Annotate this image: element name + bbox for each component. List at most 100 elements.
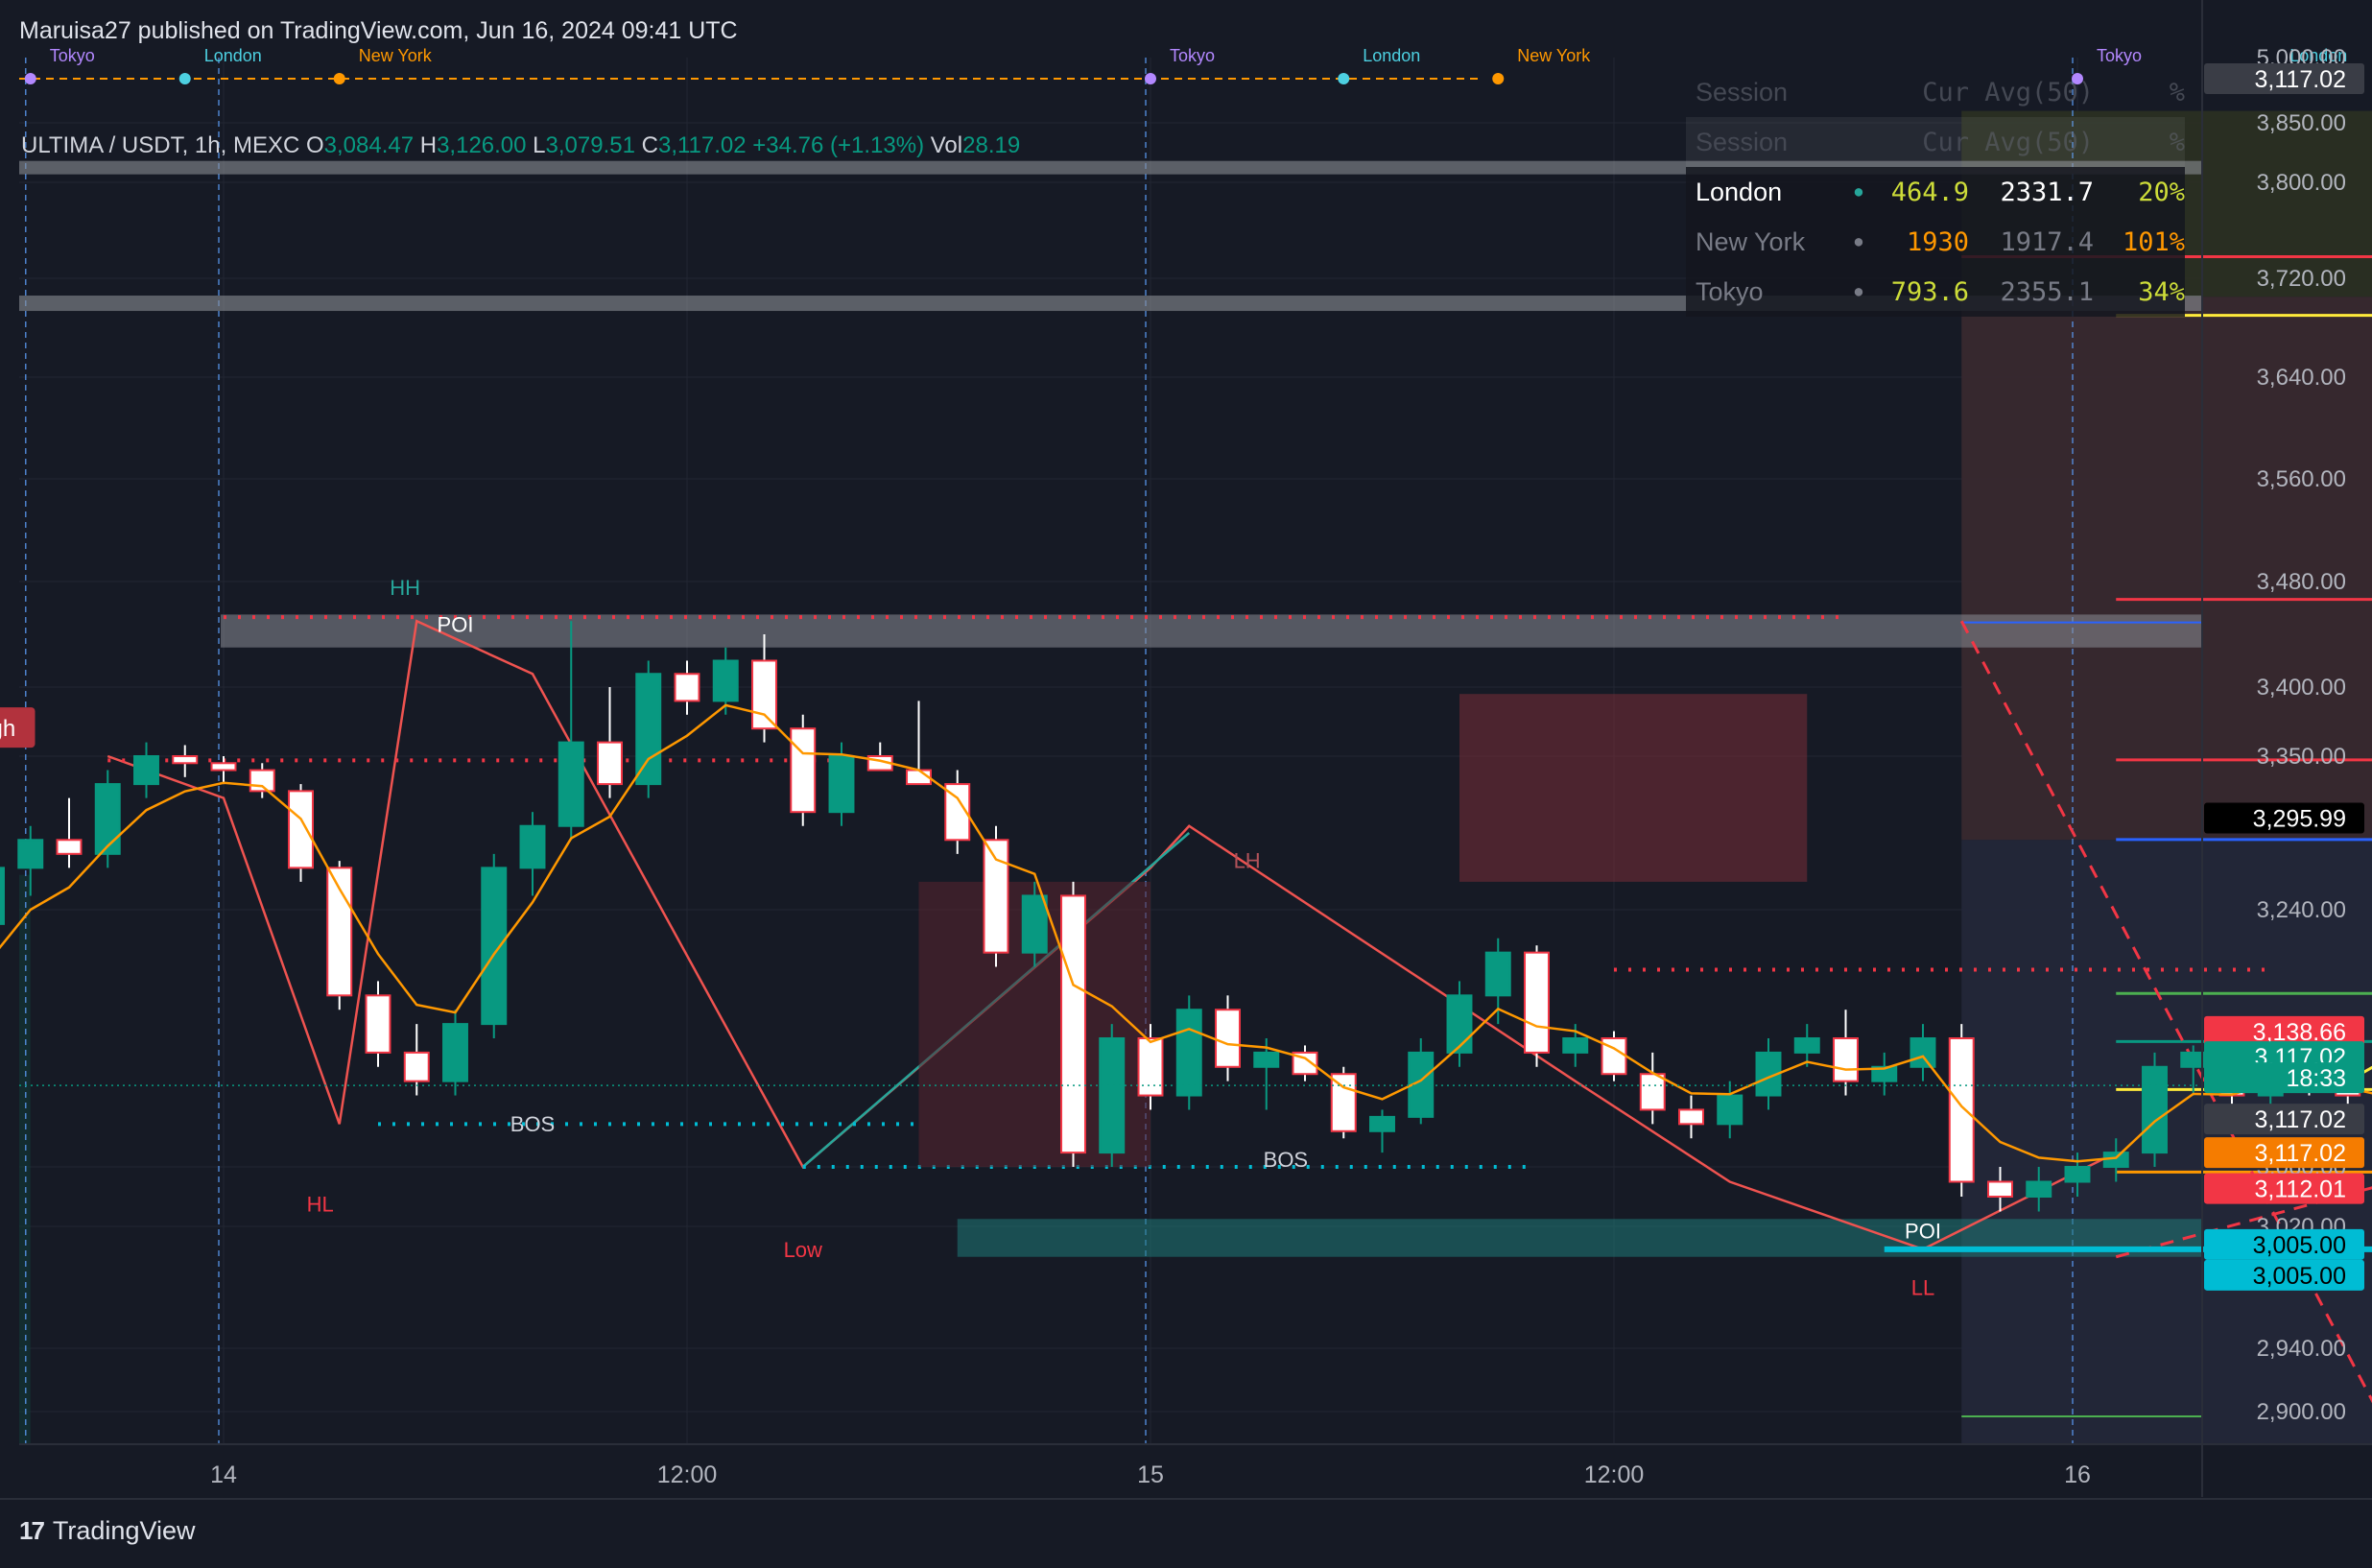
price-tag: 3,295.99	[2204, 802, 2364, 834]
candle-body	[597, 741, 623, 786]
session-status-icon: ●	[1854, 234, 1863, 249]
volume-value: 28.19	[962, 132, 1021, 158]
session-row: London ● 464.9 2331.7 20%	[1686, 167, 2185, 217]
session-label: New York	[1517, 46, 1591, 65]
price-tag: 18:33	[2204, 1062, 2364, 1094]
col-cur: Cur	[1922, 127, 1969, 157]
low-label: L	[533, 132, 546, 158]
col-session: Session	[1696, 127, 1789, 156]
y-axis-tick-label: 3,850.00	[2257, 110, 2346, 136]
candle-body	[1948, 1037, 1975, 1183]
y-axis-tick-label: 3,720.00	[2257, 266, 2346, 292]
annotation-label: HH	[390, 576, 420, 600]
session-label: Tokyo	[2097, 46, 2142, 65]
session-marker-icon	[178, 73, 191, 84]
session-label: Tokyo	[50, 46, 95, 65]
price-tag: 3,005.00	[2204, 1259, 2364, 1291]
candle-body	[210, 762, 237, 772]
symbol-legend[interactable]: ULTIMA / USDT, 1h, MEXC O3,084.47 H3,126…	[21, 132, 1020, 159]
candle-body	[403, 1051, 430, 1082]
annotation-label: POI	[1905, 1220, 1941, 1244]
session-avg: 2331.7	[2000, 177, 2094, 207]
x-axis-tick-label: 12:00	[1584, 1461, 1645, 1488]
session-label: Tokyo	[1170, 46, 1215, 65]
price-tag: 3,005.00	[2204, 1228, 2364, 1260]
tradingview-logo-icon: 17	[19, 1516, 45, 1545]
session-cur: 793.6	[1890, 276, 1969, 307]
candle-body	[519, 824, 546, 869]
candle-body	[712, 659, 739, 702]
candle-body	[751, 659, 777, 730]
price-tag-label: 3,117.02	[2255, 1140, 2346, 1167]
price-tag-label: 18:33	[2286, 1065, 2346, 1092]
candle-body	[249, 769, 275, 793]
candle-body	[828, 755, 855, 814]
y-axis-tick-label: 3,560.00	[2257, 466, 2346, 492]
candle-body	[557, 741, 584, 827]
session-marker-icon	[24, 73, 36, 84]
candle-body	[1562, 1037, 1589, 1054]
symbol-name[interactable]: ULTIMA / USDT, 1h, MEXC	[21, 132, 299, 158]
x-axis-tick-label: 16	[2064, 1461, 2091, 1488]
y-axis-tick-label: 3,350.00	[2257, 744, 2346, 770]
candle-body	[1678, 1108, 1704, 1126]
candle-body	[2026, 1180, 2052, 1198]
price-tag-label: 3,005.00	[2253, 1232, 2346, 1259]
session-marker-icon	[1492, 73, 1505, 84]
session-cur: 1930	[1906, 226, 1969, 257]
annotation-label: POI	[438, 612, 474, 636]
candle-body	[1987, 1180, 2013, 1198]
annotation-label: Low	[784, 1238, 822, 1262]
annotation-label: High	[0, 716, 15, 742]
session-name: London	[1696, 177, 1783, 206]
session-name: New York	[1696, 226, 1806, 256]
y-axis-tick-label: 3,400.00	[2257, 675, 2346, 701]
annotation-label: HL	[307, 1193, 334, 1217]
candle-body	[1137, 1037, 1164, 1097]
price-tag-label: 3,295.99	[2253, 806, 2346, 833]
annotation-label: BOS	[1264, 1148, 1308, 1172]
session-avg: 2355.1	[2000, 276, 2094, 307]
y-axis-tick-label: 3,640.00	[2257, 365, 2346, 391]
candle-body	[1369, 1115, 1395, 1132]
session-row: New York ● 1930 1917.4 101%	[1686, 217, 2185, 267]
price-tag: 3,117.02	[2204, 1137, 2364, 1169]
candle-body	[1330, 1073, 1357, 1132]
price-tag-label: 3,117.02	[2255, 1106, 2346, 1133]
x-axis-tick-label: 12:00	[657, 1461, 718, 1488]
col-pct: %	[2169, 77, 2185, 107]
session-status-icon: ●	[1854, 284, 1863, 299]
y-axis-tick-label: 3,240.00	[2257, 897, 2346, 923]
candle-body	[442, 1023, 468, 1082]
candle-body	[635, 673, 662, 786]
candle-body	[94, 783, 121, 855]
candle-body	[790, 727, 817, 814]
high-label: H	[419, 132, 438, 158]
candle-body	[1253, 1051, 1280, 1068]
candle-body	[1833, 1037, 1859, 1082]
col-pct: %	[2169, 127, 2185, 157]
candle-body	[1909, 1037, 1936, 1068]
candle-body	[1484, 951, 1511, 997]
candle-body	[1175, 1009, 1202, 1097]
candle-body	[365, 994, 391, 1054]
session-avg: 1917.4	[2000, 226, 2094, 257]
session-table-header: Session Cur Avg(50) %	[1686, 117, 2185, 167]
candle-body	[288, 790, 314, 869]
annotation-label: LL	[1911, 1275, 1934, 1299]
candle-body	[1524, 951, 1550, 1054]
col-cur: Cur	[1922, 77, 1969, 107]
tradingview-footer[interactable]: 17 TradingView	[19, 1516, 196, 1546]
session-volume-table: Session Cur Avg(50) % Session Cur Avg(50…	[1686, 67, 2185, 317]
price-tag: 3,117.02	[2204, 1104, 2364, 1135]
brand-name: TradingView	[52, 1516, 196, 1545]
close-label: C	[641, 132, 658, 158]
x-axis-tick-label: 14	[210, 1461, 237, 1488]
col-avg: Avg(50)	[1984, 127, 2094, 157]
y-axis-tick-label: 2,900.00	[2257, 1399, 2346, 1425]
session-marker-icon	[1338, 73, 1350, 84]
candle-body	[17, 839, 44, 869]
candle-body	[0, 867, 5, 925]
col-session: Session	[1696, 77, 1789, 107]
candle-body	[1215, 1009, 1241, 1068]
